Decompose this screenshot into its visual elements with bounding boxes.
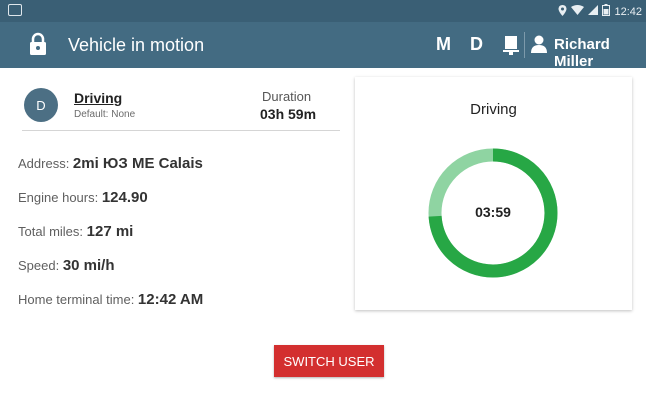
card-title: Driving bbox=[470, 101, 517, 118]
duty-status-link[interactable]: Driving bbox=[74, 90, 122, 106]
user-name[interactable]: Richard Miller bbox=[554, 36, 646, 70]
app-bar: Vehicle in motion M D Richard Miller bbox=[0, 22, 646, 70]
info-value: 12:42 AM bbox=[137, 291, 204, 308]
info-value: 127 mi bbox=[86, 223, 134, 240]
battery-icon bbox=[602, 4, 611, 19]
info-value: 2mi ЮЗ ME Calais bbox=[72, 155, 203, 172]
mode-d-button[interactable]: D bbox=[470, 34, 483, 55]
info-label: Total miles: bbox=[18, 224, 87, 239]
avatar: D bbox=[24, 88, 58, 122]
status-time: 12:42 bbox=[614, 5, 642, 18]
divider bbox=[22, 130, 340, 131]
info-value: 124.90 bbox=[101, 189, 148, 206]
info-home-terminal-time: Home terminal time: 12:42 AM bbox=[18, 291, 203, 308]
info-speed: Speed: 30 mi/h bbox=[18, 257, 115, 274]
info-engine-hours: Engine hours: 124.90 bbox=[18, 189, 148, 206]
duration-label: Duration bbox=[262, 89, 312, 104]
document-icon[interactable] bbox=[502, 34, 520, 56]
info-label: Address: bbox=[18, 156, 73, 171]
system-status-bar: 12:42 bbox=[0, 0, 646, 22]
driving-timer-card: Driving 03:59 bbox=[355, 77, 632, 310]
wifi-icon bbox=[571, 5, 585, 18]
appbar-divider bbox=[524, 32, 525, 58]
signal-icon bbox=[588, 5, 599, 18]
page-title: Vehicle in motion bbox=[68, 35, 205, 55]
switch-user-button[interactable]: SWITCH USER bbox=[274, 345, 384, 377]
info-label: Speed: bbox=[18, 258, 63, 273]
timer-value: 03:59 bbox=[475, 204, 511, 220]
location-icon bbox=[558, 4, 567, 19]
user-icon[interactable] bbox=[530, 34, 548, 54]
info-total-miles: Total miles: 127 mi bbox=[18, 223, 133, 240]
duration-value: 03h 59m bbox=[260, 106, 317, 122]
mode-m-button[interactable]: M bbox=[436, 34, 451, 55]
info-label: Engine hours: bbox=[18, 190, 102, 205]
info-label: Home terminal time: bbox=[18, 292, 138, 307]
lock-icon[interactable] bbox=[28, 32, 48, 56]
notification-icon bbox=[8, 4, 22, 16]
info-address: Address: 2mi ЮЗ ME Calais bbox=[18, 155, 203, 172]
duty-status-subtitle: Default: None bbox=[74, 109, 136, 120]
info-value: 30 mi/h bbox=[62, 257, 115, 274]
